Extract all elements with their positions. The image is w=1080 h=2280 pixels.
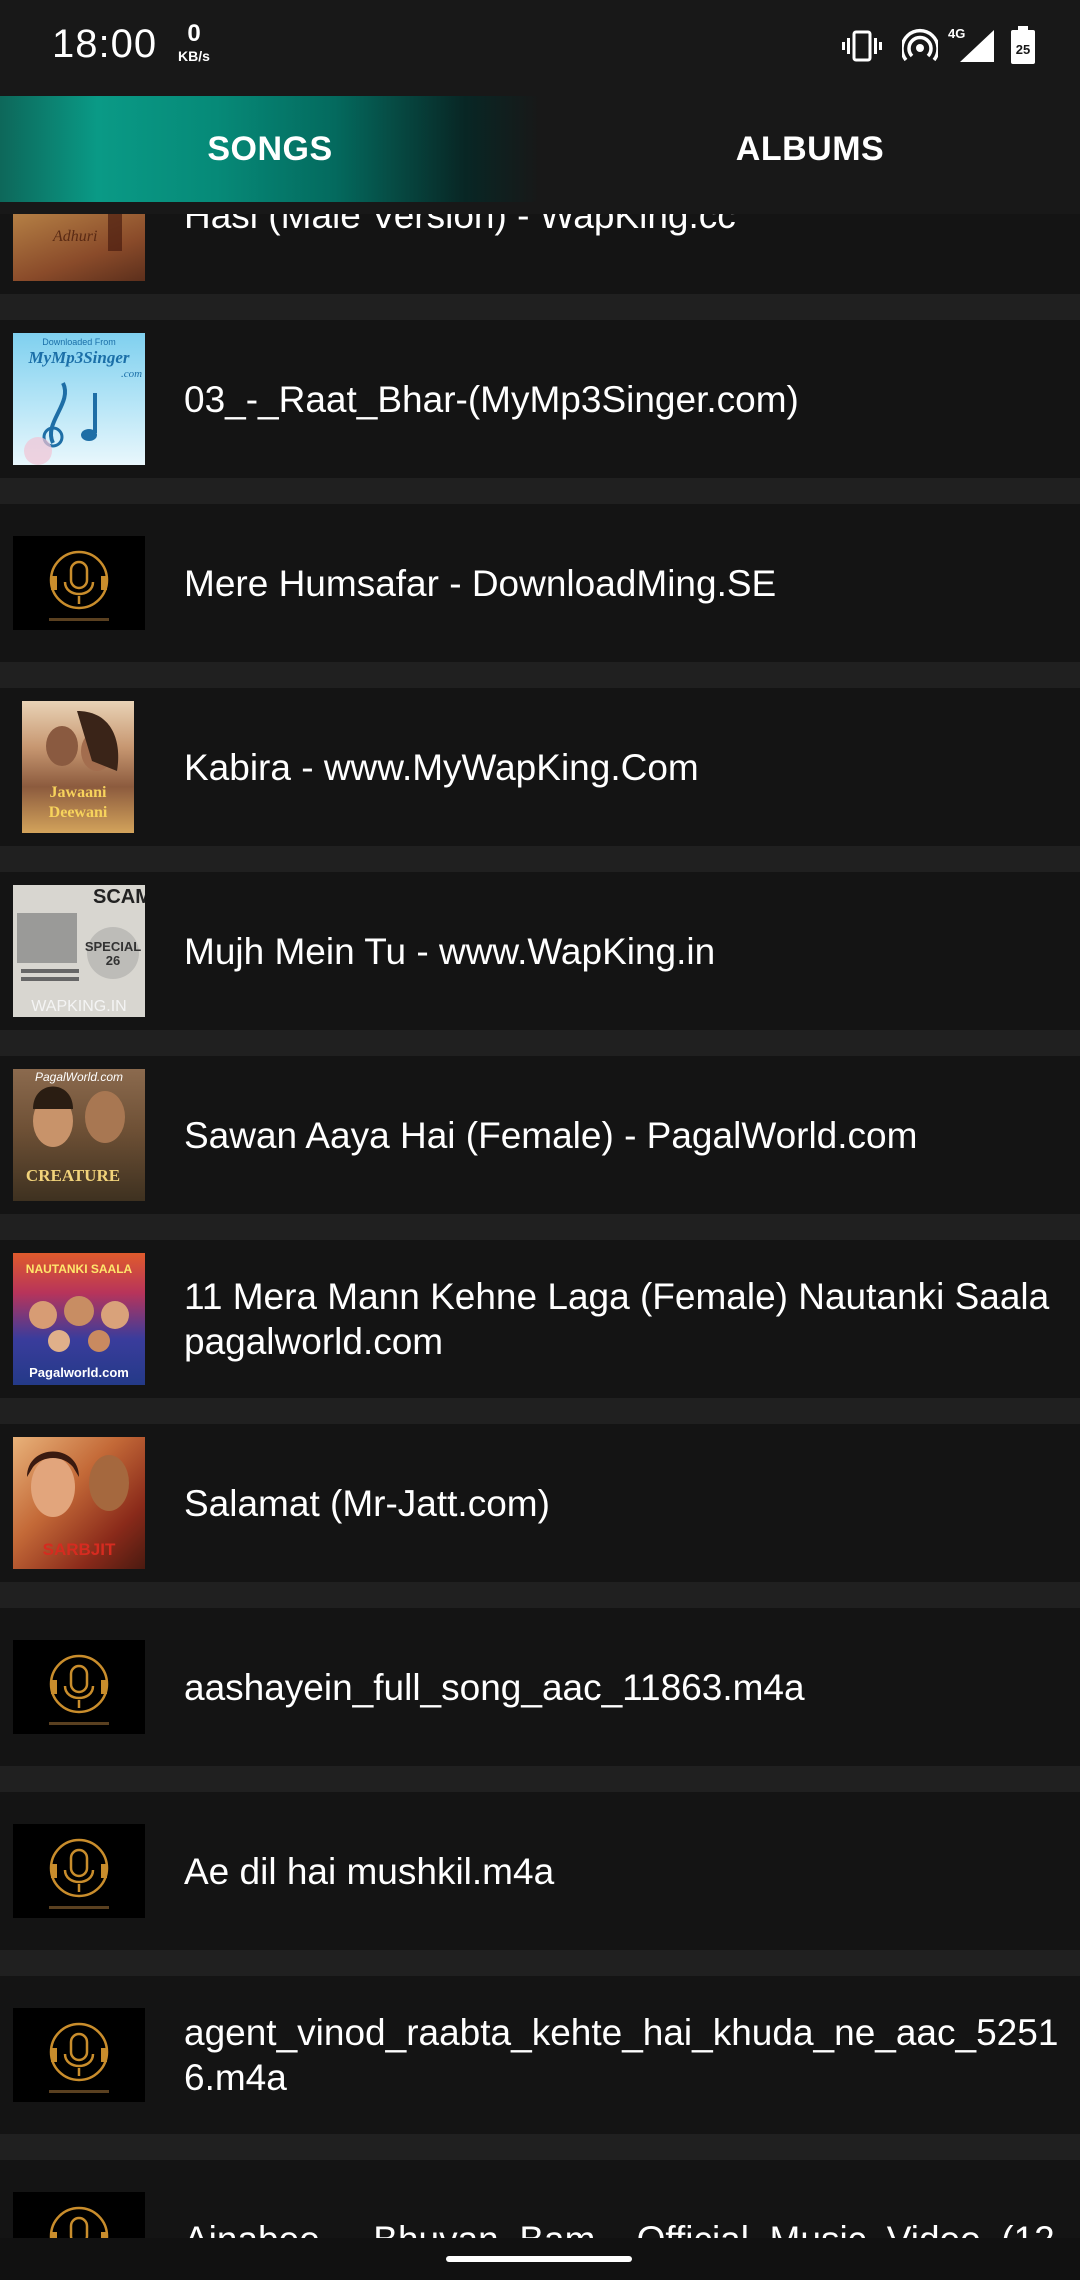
status-time: 18:00 — [52, 22, 158, 66]
song-title: 03_-_Raat_Bhar-(MyMp3Singer.com) — [184, 378, 799, 420]
song-row[interactable]: NAUTANKI SAALA Pagalworld.com 11 Mera Ma… — [0, 1240, 1080, 1398]
svg-text:Deewani: Deewani — [49, 804, 108, 821]
svg-text:Pagalworld.com: Pagalworld.com — [29, 1365, 129, 1380]
svg-text:Adhuri: Adhuri — [52, 228, 97, 245]
album-art-sarbjit: SARBJIT — [13, 1437, 145, 1569]
song-row[interactable]: Jawaani Deewani Kabira - www.MyWapKing.C… — [0, 688, 1080, 846]
default-mic-icon — [13, 536, 145, 630]
song-title: Ae dil hai mushkil.m4a — [184, 1850, 555, 1892]
battery-icon: 25 — [1011, 26, 1035, 64]
default-mic-icon — [13, 2192, 145, 2238]
tab-songs[interactable]: SONGS — [0, 96, 540, 202]
song-row[interactable]: Ainabee_-_Bhuvan_Bam__Official_Music_Vid… — [0, 2160, 1080, 2238]
song-title: Ainabee_-_Bhuvan_Bam__Official_Music_Vid… — [184, 2160, 1080, 2239]
song-title: Mere Humsafar - DownloadMing.SE — [184, 562, 777, 604]
song-row[interactable]: SARBJIT Salamat (Mr-Jatt.com) — [0, 1424, 1080, 1582]
network-speed-value: 0 — [187, 20, 201, 47]
song-title: 11 Mera Mann Kehne Laga (Female) Nautank… — [184, 1276, 1050, 1362]
album-art-mymp3singer: Downloaded From MyMp3Singer .com — [13, 333, 145, 465]
svg-text:SARBJIT: SARBJIT — [43, 1540, 116, 1559]
tab-bar: SONGS ALBUMS — [0, 96, 1080, 214]
battery-level: 25 — [1016, 42, 1030, 57]
song-title: Sawan Aaya Hai (Female) - PagalWorld.com — [184, 1114, 918, 1156]
svg-text:WAPKING.IN: WAPKING.IN — [31, 998, 126, 1015]
svg-text:CREATURE: CREATURE — [26, 1166, 120, 1185]
network-speed-unit: KB/s — [178, 48, 210, 64]
song-row[interactable]: PagalWorld.com CREATURE Sawan Aaya Hai (… — [0, 1056, 1080, 1214]
svg-text:NAUTANKI SAALA: NAUTANKI SAALA — [26, 1262, 133, 1276]
album-art-special26: SCAM? SPECIAL 26 WAPKING.IN — [13, 885, 145, 1017]
svg-text:Jawaani: Jawaani — [50, 784, 107, 801]
album-art-adhuri: Adhuri — [13, 214, 145, 281]
default-mic-icon — [13, 2008, 145, 2102]
svg-text:26: 26 — [106, 953, 120, 968]
song-title: Salamat (Mr-Jatt.com) — [184, 1482, 550, 1524]
svg-text:PagalWorld.com: PagalWorld.com — [35, 1070, 123, 1084]
song-title: aashayein_full_song_aac_11863.m4a — [184, 1666, 805, 1708]
navigation-bar — [0, 2238, 1080, 2280]
song-row[interactable]: Mere Humsafar - DownloadMing.SE — [0, 504, 1080, 662]
song-row[interactable]: agent_vinod_raabta_kehte_hai_khuda_ne_aa… — [0, 1976, 1080, 2134]
song-row[interactable]: Ae dil hai mushkil.m4a — [0, 1792, 1080, 1950]
song-row[interactable]: SCAM? SPECIAL 26 WAPKING.IN Mujh Mein Tu… — [0, 872, 1080, 1030]
svg-text:.com: .com — [121, 368, 142, 380]
status-bar: 18:00 0 KB/s 4G 25 — [0, 0, 1080, 96]
svg-text:SPECIAL: SPECIAL — [85, 939, 141, 954]
network-type-label: 4G — [948, 26, 965, 41]
default-mic-icon — [13, 1640, 145, 1734]
tab-songs-label: SONGS — [207, 129, 333, 168]
tab-albums-label: ALBUMS — [735, 129, 885, 168]
signal-4g-icon: 4G — [948, 26, 994, 62]
tab-albums[interactable]: ALBUMS — [540, 96, 1080, 202]
home-indicator[interactable] — [446, 2256, 632, 2262]
album-art-creature: PagalWorld.com CREATURE — [13, 1069, 145, 1201]
album-art-nautanki: NAUTANKI SAALA Pagalworld.com — [13, 1253, 145, 1385]
song-title: Mujh Mein Tu - www.WapKing.in — [184, 930, 716, 972]
song-row[interactable]: Adhuri Hasi (Male Version) - WapKing.cc — [0, 214, 1080, 294]
song-title: agent_vinod_raabta_kehte_hai_khuda_ne_aa… — [184, 2012, 1059, 2098]
default-mic-icon — [13, 1824, 145, 1918]
svg-text:Downloaded From: Downloaded From — [42, 337, 116, 347]
song-title: Kabira - www.MyWapKing.Com — [184, 746, 699, 788]
song-row[interactable]: Downloaded From MyMp3Singer .com 03_-_Ra… — [0, 320, 1080, 478]
song-list[interactable]: Adhuri Hasi (Male Version) - WapKing.cc … — [0, 214, 1080, 2238]
svg-text:SCAM?: SCAM? — [93, 886, 145, 908]
song-title: Hasi (Male Version) - WapKing.cc — [184, 214, 736, 236]
album-art-jawaani: Jawaani Deewani — [22, 701, 134, 833]
vibrate-icon — [842, 30, 882, 62]
song-row[interactable]: aashayein_full_song_aac_11863.m4a — [0, 1608, 1080, 1766]
status-icons: 4G 25 — [842, 24, 1042, 68]
hotspot-icon — [902, 29, 938, 62]
network-speed: 0 KB/s — [174, 20, 214, 64]
svg-text:MyMp3Singer: MyMp3Singer — [27, 348, 129, 367]
